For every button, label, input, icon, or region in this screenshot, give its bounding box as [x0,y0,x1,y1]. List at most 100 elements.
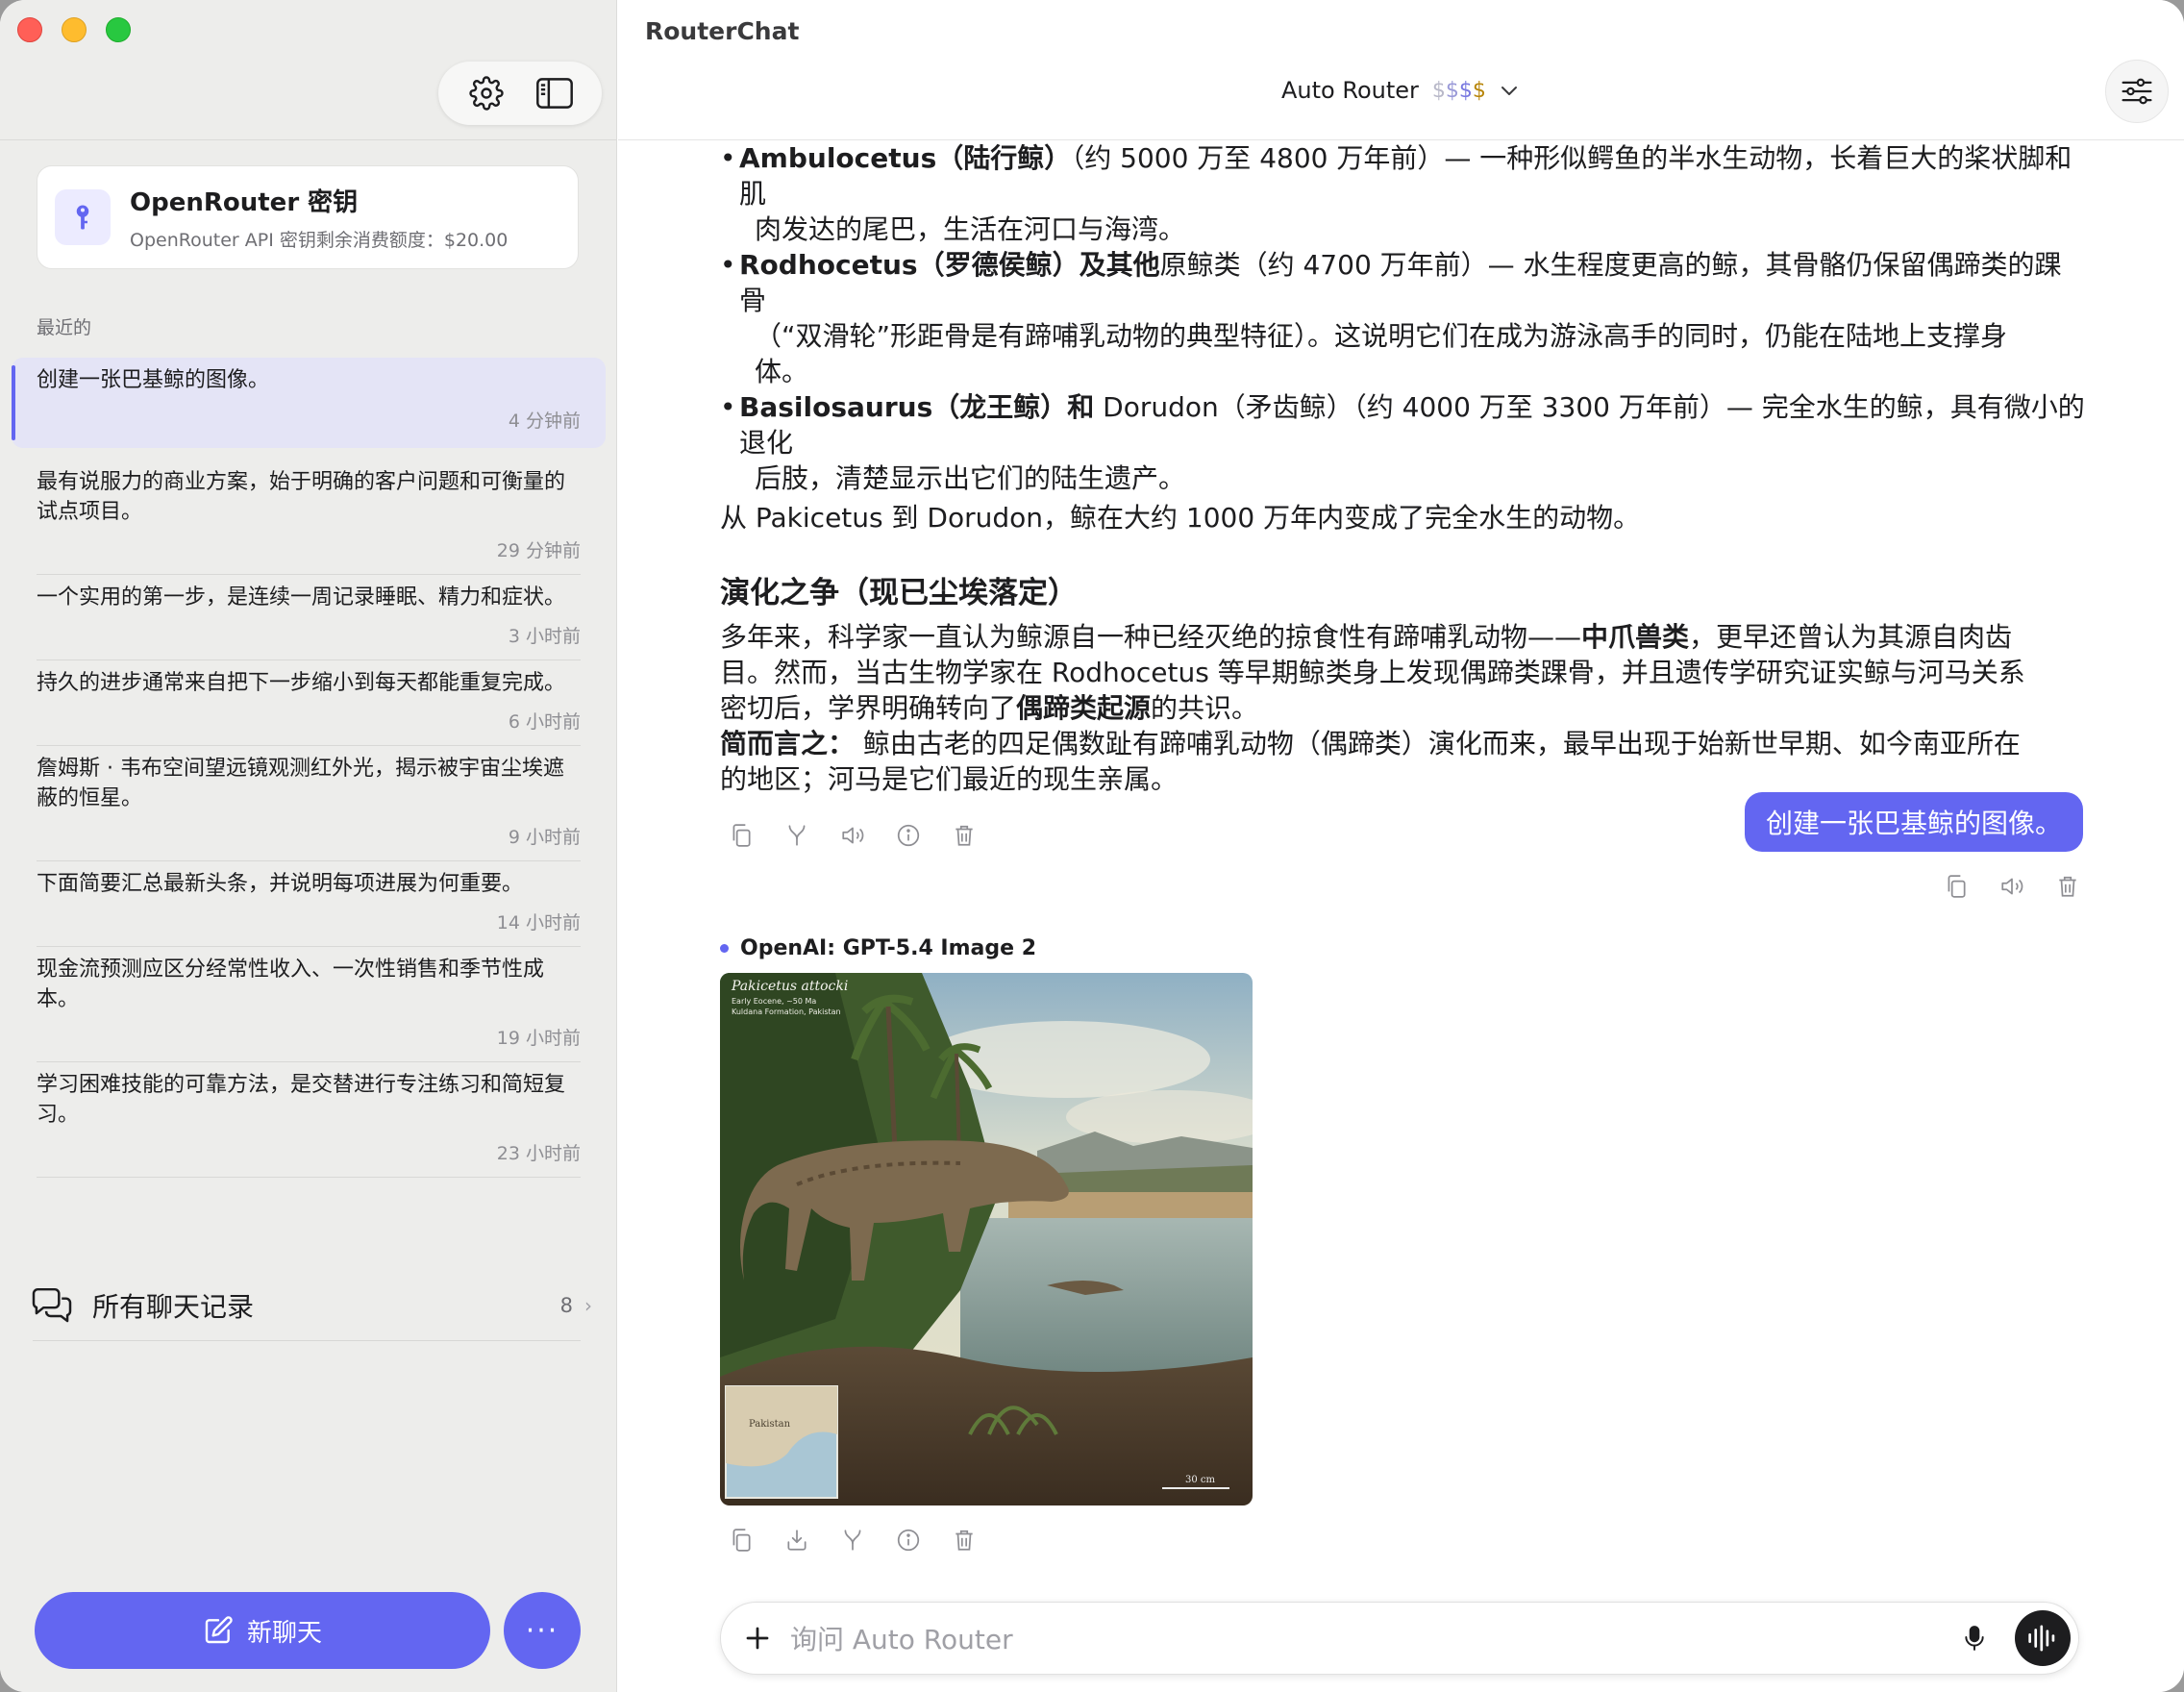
branch-icon[interactable] [839,1527,866,1554]
download-icon[interactable] [783,1527,810,1554]
conversation-item[interactable]: 现金流预测应区分经常性收入、一次性销售和季节性成本。 19 小时前 [12,947,606,1062]
close-window-button[interactable] [17,17,42,42]
message-input[interactable]: 询问 Auto Router [790,1619,1955,1657]
key-card-title: OpenRouter 密钥 [130,188,359,217]
all-chats-link[interactable]: 所有聊天记录 8 › [29,1271,592,1340]
conversation-time: 4 分钟前 [508,411,581,432]
paragraph-line: 密切后，学界明确转向了偶蹄类起源的共识。 [720,690,2085,726]
attach-button[interactable] [738,1619,777,1657]
conversation-title: 詹姆斯 · 韦布空间望远镜观测红外光，揭示被宇宙尘埃遮蔽的恒星。 [37,757,564,810]
speaker-icon[interactable] [839,822,866,849]
bold-term: Rodhocetus（罗德侯鲸）及其他 [739,249,1160,281]
info-icon[interactable] [895,1527,922,1554]
zoom-window-button[interactable] [106,17,131,42]
openrouter-key-card[interactable]: OpenRouter 密钥 OpenRouter API 密钥剩余消费额度：$2… [37,165,579,269]
key-card-balance: OpenRouter API 密钥剩余消费额度：$20.00 [130,230,509,251]
list-item: Rodhocetus（罗德侯鲸）及其他原鲸类（约 4700 万年前）— 水生程度… [720,247,2085,389]
bold-term: 中爪兽类 [1581,621,1690,653]
price-tier-3: $ [1458,78,1473,103]
image-caption-line: Early Eocene, ~50 Ma [732,997,816,1006]
image-caption-title: Pakicetus attocki [731,979,848,994]
bold-term: 偶蹄类起源 [1016,692,1152,724]
chevron-down-icon [1500,84,1519,97]
info-icon[interactable] [895,822,922,849]
waveform-icon [2028,1625,2055,1652]
assistant-message: Ambulocetus（陆行鲸）（约 5000 万至 4800 万年前）— 一种… [720,140,2085,849]
list-text-continued: 体。 [755,356,809,387]
summary-paragraph: 从 Pakicetus 到 Dorudon，鲸在大约 1000 万年内变成了完全… [720,502,1641,534]
image-caption-line: Kuldana Formation, Pakistan [732,1008,841,1016]
sliders-icon [2122,78,2152,105]
conversation-title: 下面简要汇总最新头条，并说明每项进展为何重要。 [37,872,524,896]
conversation-item[interactable]: 持久的进步通常来自把下一步缩小到每天都能重复完成。 6 小时前 [12,660,606,746]
sidebar-toolbar [438,62,602,125]
list-text-continued: 后肢，清楚显示出它们的陆生遗产。 [755,462,1186,494]
gear-icon [468,76,504,111]
model-name: Auto Router [1281,77,1419,104]
recent-section-label: 最近的 [37,317,92,338]
conversation-item[interactable]: 最有说服力的商业方案，始于明确的客户问题和可衡量的试点项目。 29 分钟前 [12,460,606,575]
all-chats-count: 8 [559,1294,573,1317]
paragraph-text: 鲸由古老的四足偶数趾有蹄哺乳动物（偶蹄类）演化而来，最早出现于始新世早期、如今南… [855,728,2021,759]
trash-icon[interactable] [951,822,978,849]
conversation-item-active[interactable]: 创建一张巴基鲸的图像。 4 分钟前 [12,358,606,448]
trash-icon[interactable] [2054,873,2081,900]
toggle-sidebar-button[interactable] [532,70,578,116]
bold-term: Basilosaurus（龙王鲸）和 [739,391,1095,423]
conversation-title: 学习困难技能的可靠方法，是交替进行专注练习和简短复习。 [37,1073,566,1127]
list-item: Basilosaurus（龙王鲸）和 Dorudon（矛齿鲸）（约 4000 万… [720,389,2085,496]
conversation-time: 6 小时前 [508,711,581,733]
new-chat-button[interactable]: 新聊天 [35,1592,490,1669]
response-model-name: OpenAI: GPT-5.4 Image 2 [740,936,1037,960]
paragraph-text: 多年来，科学家一直认为鲸源自一种已经灭绝的掠食性有蹄哺乳动物—— [720,621,1582,653]
conversation-time: 14 小时前 [496,912,581,933]
section-heading: 演化之争（现已尘埃落定） [720,576,1078,610]
conversation-item[interactable]: 詹姆斯 · 韦布空间望远镜观测红外光，揭示被宇宙尘埃遮蔽的恒星。 9 小时前 [12,746,606,861]
generated-image[interactable]: Pakistan 30 cm Pakicetus attocki Early E… [720,973,1253,1505]
map-label: Pakistan [749,1419,791,1430]
conversation-list: 创建一张巴基鲸的图像。 4 分钟前 最有说服力的商业方案，始于明确的客户问题和可… [12,358,606,1178]
plus-icon [746,1627,769,1650]
model-selector[interactable]: Auto Router $$$$ [1281,77,1519,104]
price-tier-2: $ [1445,78,1459,103]
conversation-item[interactable]: 一个实用的第一步，是连续一周记录睡眠、精力和症状。 3 小时前 [12,575,606,660]
trash-icon[interactable] [951,1527,978,1554]
paragraph: 简而言之： 鲸由古老的四足偶数趾有蹄哺乳动物（偶蹄类）演化而来，最早出现于始新世… [720,726,2085,761]
paragraph-text: 密切后，学界明确转向了 [720,692,1017,724]
bold-term: Ambulocetus（陆行鲸） [739,142,1072,174]
dictation-button[interactable] [1955,1619,1994,1657]
chat-settings-button[interactable] [2105,60,2169,123]
conversation-time: 29 分钟前 [496,540,581,561]
list-item: Ambulocetus（陆行鲸）（约 5000 万至 4800 万年前）— 一种… [720,140,2085,247]
conversation-time: 9 小时前 [508,827,581,848]
conversation-item[interactable]: 学习困难技能的可靠方法，是交替进行专注练习和简短复习。 23 小时前 [12,1062,606,1178]
speaker-icon[interactable] [1998,873,2025,900]
conversation-time: 3 小时前 [508,626,581,647]
settings-button[interactable] [463,70,509,116]
message-input-bar: 询问 Auto Router [720,1602,2079,1675]
sidebar-toggle-icon [535,78,573,109]
branch-icon[interactable] [783,822,810,849]
minimize-window-button[interactable] [62,17,87,42]
paragraph: 多年来，科学家一直认为鲸源自一种已经灭绝的掠食性有蹄哺乳动物——中爪兽类，更早还… [720,619,2085,655]
conversation-time: 19 小时前 [496,1028,581,1049]
image-actions [728,1527,978,1554]
voice-mode-button[interactable] [2015,1610,2071,1666]
conversation-title: 最有说服力的商业方案，始于明确的客户问题和可衡量的试点项目。 [37,470,566,524]
new-chat-label: 新聊天 [246,1618,322,1648]
copy-icon[interactable] [728,822,755,849]
sidebar: OpenRouter 密钥 OpenRouter API 密钥剩余消费额度：$2… [0,0,617,1692]
conversation-title: 持久的进步通常来自把下一步缩小到每天都能重复完成。 [37,671,566,695]
scale-label: 30 cm [1185,1475,1216,1485]
chat-bubbles-icon [32,1287,72,1323]
conversation-title: 现金流预测应区分经常性收入、一次性销售和季节性成本。 [37,958,545,1011]
ellipsis-icon: ··· [525,1613,559,1648]
copy-icon[interactable] [728,1527,755,1554]
conversation-title: 一个实用的第一步，是连续一周记录睡眠、精力和症状。 [37,585,566,610]
user-message-bubble: 创建一张巴基鲸的图像。 [1744,792,2083,852]
more-options-button[interactable]: ··· [504,1592,581,1669]
conversation-item[interactable]: 下面简要汇总最新头条，并说明每项进展为何重要。 14 小时前 [12,861,606,947]
app-window: OpenRouter 密钥 OpenRouter API 密钥剩余消费额度：$2… [0,0,2184,1692]
copy-icon[interactable] [1943,873,1970,900]
price-tier-1: $ [1431,78,1446,103]
